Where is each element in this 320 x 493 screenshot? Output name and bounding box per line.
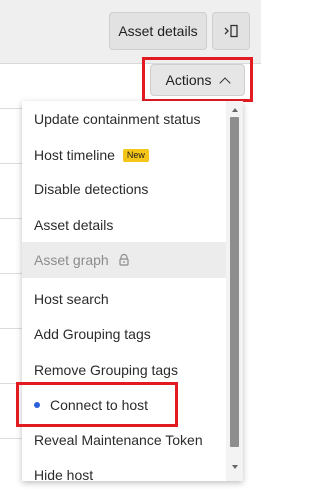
- top-toolbar: Asset details: [0, 0, 261, 64]
- menu-item-label: Asset details: [34, 217, 114, 233]
- menu-item-label: Remove Grouping tags: [34, 362, 178, 378]
- new-badge: New: [122, 148, 149, 162]
- menu-scrollbar[interactable]: [226, 101, 243, 481]
- menu-item-label: Asset graph: [34, 252, 109, 268]
- scroll-up-arrow-icon[interactable]: [232, 108, 238, 112]
- menu-item-hide-host[interactable]: Hide host: [22, 457, 226, 481]
- menu-item-asset-graph: Asset graph: [22, 242, 226, 278]
- connect-to-host-highlight-outline: [16, 382, 178, 427]
- dock-right-icon: [224, 24, 238, 38]
- menu-item-label: Reveal Maintenance Token: [34, 432, 203, 448]
- menu-item-reveal-maintenance-token[interactable]: Reveal Maintenance Token: [22, 422, 226, 458]
- menu-item-label: Host search: [34, 291, 109, 307]
- lock-icon: [119, 253, 129, 266]
- menu-item-asset-details[interactable]: Asset details: [22, 207, 226, 243]
- menu-item-host-timeline[interactable]: Host timeline New: [22, 137, 226, 173]
- menu-item-label: Hide host: [34, 467, 94, 481]
- actions-button[interactable]: Actions: [150, 64, 245, 96]
- actions-label: Actions: [165, 72, 212, 88]
- scrollbar-thumb[interactable]: [230, 117, 239, 447]
- menu-item-host-search[interactable]: Host search: [22, 281, 226, 317]
- scroll-down-arrow-icon[interactable]: [232, 465, 238, 469]
- menu-item-label: Update containment status: [34, 111, 201, 127]
- menu-item-label: Add Grouping tags: [34, 326, 151, 342]
- menu-item-update-containment-status[interactable]: Update containment status: [22, 101, 226, 137]
- panel-toggle-button[interactable]: [212, 12, 250, 50]
- chevron-up-icon: [219, 76, 232, 89]
- menu-item-label: Host timeline: [34, 147, 115, 163]
- asset-details-button[interactable]: Asset details: [109, 12, 207, 50]
- menu-item-disable-detections[interactable]: Disable detections: [22, 171, 226, 207]
- menu-item-add-grouping-tags[interactable]: Add Grouping tags: [22, 316, 226, 352]
- menu-item-label: Disable detections: [34, 181, 149, 197]
